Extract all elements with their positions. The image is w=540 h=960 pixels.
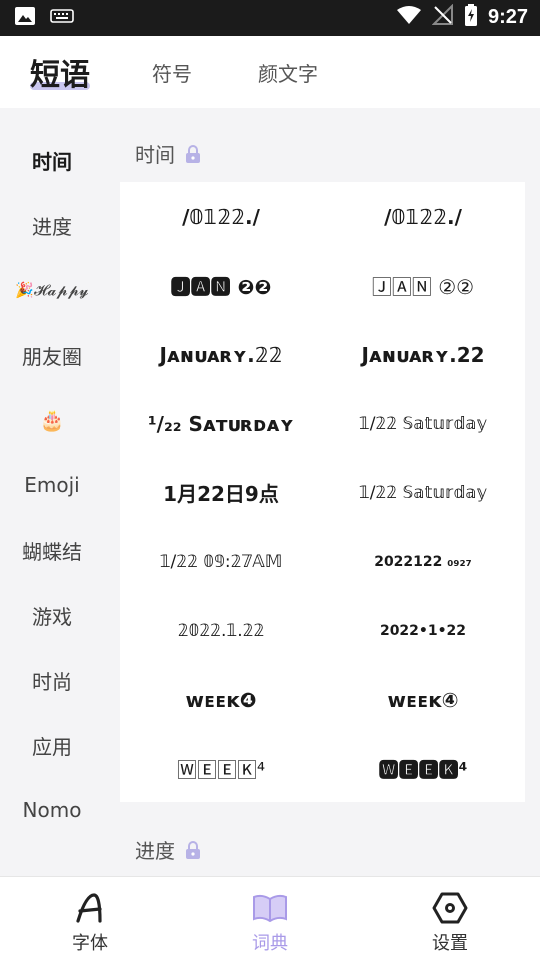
tab-kaomoji[interactable]: 颜文字 xyxy=(258,36,318,108)
phrase-item[interactable]: Jᴀɴᴜᴀʀʏ.22 xyxy=(322,320,524,389)
nav-fonts[interactable]: 字体 xyxy=(0,877,180,960)
status-bar: 9:27 xyxy=(0,0,540,36)
phrase-item[interactable]: Jᴀɴᴜᴀʀʏ.𝟚𝟚 xyxy=(120,320,322,389)
tab-phrases-label: 短语 xyxy=(30,58,90,93)
hexagon-settings-icon xyxy=(430,891,470,925)
phrase-grid: /𝟘𝟙𝟚𝟚./ /𝟘𝟙𝟚𝟚./ 🅹🅰🅽 ❷❷ 🄹🄰🄽 ②② Jᴀɴᴜᴀʀʏ.𝟚𝟚… xyxy=(120,182,525,802)
section-header-progress: 进度 xyxy=(135,834,201,864)
sidebar-item-fashion[interactable]: 时尚 xyxy=(0,660,104,700)
wifi-icon xyxy=(396,5,422,29)
phrase-item[interactable]: ¹/₂₂ Sᴀᴛᴜʀᴅᴀʏ xyxy=(120,389,322,458)
nav-settings-label: 设置 xyxy=(432,933,468,954)
status-time: 9:27 xyxy=(487,5,528,28)
battery-charging-icon xyxy=(464,4,478,30)
keyboard-icon xyxy=(50,8,74,28)
phrase-item[interactable]: 𝟙/𝟚𝟚 𝟘𝟡:𝟚𝟟𝔸𝕄 xyxy=(120,527,322,596)
section-title-progress: 进度 xyxy=(135,838,175,863)
phrase-item[interactable]: 🅹🅰🅽 ❷❷ xyxy=(120,251,322,320)
sidebar-item-cake[interactable]: 🎂 xyxy=(0,400,104,440)
sidebar-item-moments[interactable]: 朋友圈 xyxy=(0,335,104,375)
nav-settings[interactable]: 设置 xyxy=(360,877,540,960)
phrase-item[interactable]: 2022122 ₀₉₂₇ xyxy=(322,527,524,596)
phrase-item[interactable]: 🅆🄴🄴🄺⁴ xyxy=(120,734,322,803)
tab-symbols-label: 符号 xyxy=(152,61,192,86)
section-title-time: 时间 xyxy=(135,142,175,167)
nav-fonts-label: 字体 xyxy=(72,933,108,954)
sidebar-item-time[interactable]: 时间 xyxy=(0,140,104,180)
book-icon xyxy=(250,891,290,925)
sidebar-item-happy[interactable]: 🎉𝓗𝓪𝓹𝓹𝔂 xyxy=(0,270,104,310)
phrase-item[interactable]: 1月22日9点 xyxy=(120,458,322,527)
sidebar-item-bow[interactable]: 蝴蝶结 xyxy=(0,530,104,570)
phrase-item[interactable]: ᴡᴇᴇᴋ④ xyxy=(322,665,524,734)
category-sidebar: 时间 进度 🎉𝓗𝓪𝓹𝓹𝔂 朋友圈 🎂 Emoji 蝴蝶结 游戏 时尚 应用 No… xyxy=(0,108,104,876)
phrase-item[interactable]: 𝟙/𝟚𝟚 𝕊𝕒𝕥𝕦𝕣𝕕𝕒𝕪 xyxy=(322,389,524,458)
sidebar-item-games[interactable]: 游戏 xyxy=(0,595,104,635)
sidebar-item-apps[interactable]: 应用 xyxy=(0,725,104,765)
bottom-navigation: 字体 词典 设置 xyxy=(0,876,540,960)
top-tab-bar: 短语 符号 颜文字 xyxy=(0,36,540,108)
phrase-item[interactable]: 🄹🄰🄽 ②② xyxy=(322,251,524,320)
phrase-item[interactable]: /𝟘𝟙𝟚𝟚./ xyxy=(120,182,322,251)
phrase-item[interactable]: 2022•1•22 xyxy=(322,596,524,665)
sidebar-item-progress[interactable]: 进度 xyxy=(0,205,104,245)
phrase-item[interactable]: 🆆🅴🅴🅺⁴ xyxy=(322,734,524,803)
lock-icon xyxy=(185,840,201,859)
nav-dictionary[interactable]: 词典 xyxy=(180,877,360,960)
font-a-icon xyxy=(70,891,110,925)
nav-dictionary-label: 词典 xyxy=(252,933,288,954)
section-header-time: 时间 xyxy=(135,138,201,168)
phrase-item[interactable]: /𝟘𝟙𝟚𝟚./ xyxy=(322,182,524,251)
tab-kaomoji-label: 颜文字 xyxy=(258,61,318,86)
image-icon xyxy=(14,6,36,30)
sidebar-item-emoji[interactable]: Emoji xyxy=(0,465,104,505)
phrase-item[interactable]: 𝟚𝟘𝟚𝟚.𝟙.𝟚𝟚 xyxy=(120,596,322,665)
lock-icon xyxy=(185,144,201,163)
no-signal-icon xyxy=(431,3,454,30)
tab-phrases[interactable]: 短语 xyxy=(30,36,90,108)
phrase-item[interactable]: ᴡᴇᴇᴋ❹ xyxy=(120,665,322,734)
phrase-item[interactable]: 𝟙/𝟚𝟚 𝕊𝕒𝕥𝕦𝕣𝕕𝕒𝕪 xyxy=(322,458,524,527)
tab-symbols[interactable]: 符号 xyxy=(152,36,192,108)
sidebar-item-nomo[interactable]: Nomo xyxy=(0,790,104,830)
